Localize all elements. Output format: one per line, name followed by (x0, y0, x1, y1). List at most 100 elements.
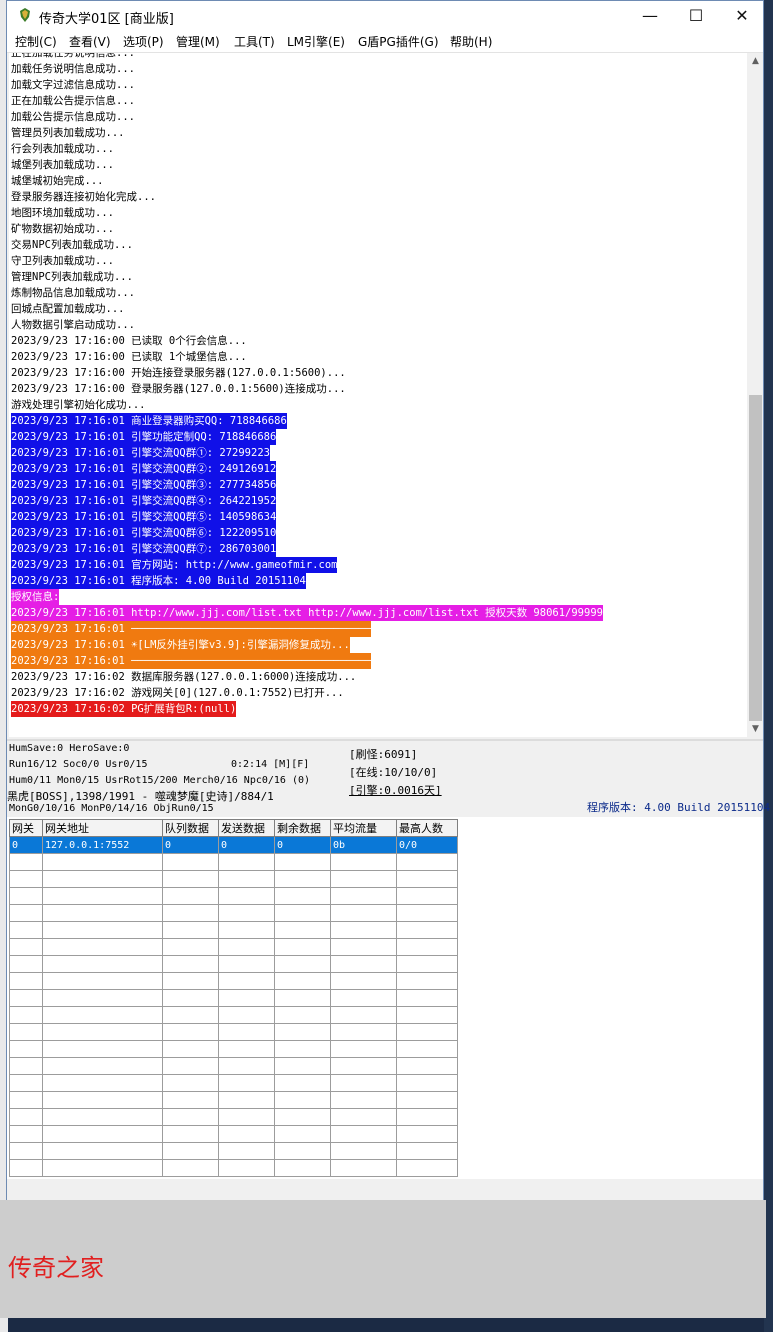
window-title: 传奇大学01区 [商业版] (39, 12, 174, 27)
table-row-empty[interactable] (9, 1108, 458, 1126)
table-cell (162, 921, 219, 939)
table-cell (218, 938, 275, 956)
table-cell (330, 1074, 397, 1092)
table-cell (274, 989, 331, 1007)
scroll-down-icon[interactable]: ▼ (748, 721, 763, 737)
scroll-thumb[interactable] (749, 395, 762, 721)
menu-view[interactable]: 查看(V) (69, 33, 111, 50)
table-cell (330, 1142, 397, 1160)
table-cell (396, 904, 458, 922)
table-row-empty[interactable] (9, 1159, 458, 1177)
table-row-empty[interactable] (9, 921, 458, 939)
log-line: 矿物数据初始成功... (11, 223, 114, 235)
table-cell (396, 1125, 458, 1143)
table-cell (218, 1125, 275, 1143)
table-cell (9, 1125, 43, 1143)
log-line: 2023/9/23 17:16:01 引擎交流QQ群④: 264221952 (11, 493, 277, 509)
table-cell (218, 1091, 275, 1109)
menu-pg-plugin[interactable]: G盾PG插件(G) (358, 33, 439, 50)
table-row[interactable]: 0 127.0.0.1:7552 0 0 0 0b 0/0 (9, 836, 458, 854)
table-row-empty[interactable] (9, 887, 458, 905)
server-log[interactable]: 正在加载任务说明信息... 加载任务说明信息成功... 加载文字过滤信息成功... 正… (9, 53, 747, 737)
table-cell (274, 1074, 331, 1092)
log-scrollbar[interactable]: ▲ ▼ (748, 53, 763, 737)
table-cell (9, 853, 43, 871)
status-panel: HumSave:0 HeroSave:0 Run16/12 Soc0/0 Usr… (7, 739, 770, 817)
menu-options[interactable]: 选项(P) (123, 33, 164, 50)
table-row-empty[interactable] (9, 989, 458, 1007)
table-cell (330, 955, 397, 973)
table-cell (42, 989, 163, 1007)
table-row-empty[interactable] (9, 870, 458, 888)
log-line: 2023/9/23 17:16:01 ─────────────────────… (11, 621, 372, 637)
menu-manage[interactable]: 管理(M) (176, 33, 220, 50)
table-cell (330, 1057, 397, 1075)
title-bar[interactable]: 传奇大学01区 [商业版] — ☐ ✕ (7, 1, 763, 31)
table-cell (42, 853, 163, 871)
menu-tools[interactable]: 工具(T) (234, 33, 275, 50)
table-cell: 0 (9, 836, 43, 854)
table-row-empty[interactable] (9, 1057, 458, 1075)
status-engine[interactable]: [引擎:0.0016天] (349, 782, 442, 798)
column-header[interactable]: 剩余数据 (274, 819, 331, 837)
table-row-empty[interactable] (9, 853, 458, 871)
table-row-empty[interactable] (9, 1091, 458, 1109)
table-row-empty[interactable] (9, 1023, 458, 1041)
table-cell (274, 1057, 331, 1075)
table-cell (42, 904, 163, 922)
table-cell (42, 1142, 163, 1160)
table-cell (330, 989, 397, 1007)
log-line: 城堡列表加载成功... (11, 159, 114, 171)
table-cell (9, 921, 43, 939)
table-row-empty[interactable] (9, 938, 458, 956)
table-cell (396, 989, 458, 1007)
column-header[interactable]: 队列数据 (162, 819, 219, 837)
table-row-empty[interactable] (9, 1142, 458, 1160)
table-cell (218, 921, 275, 939)
table-cell (9, 870, 43, 888)
log-line: 正在加载公告提示信息... (11, 95, 135, 107)
log-line: 2023/9/23 17:16:01 商业登录器购买QQ: 718846686 (11, 413, 287, 429)
table-cell (9, 887, 43, 905)
table-row-empty[interactable] (9, 904, 458, 922)
table-row-empty[interactable] (9, 972, 458, 990)
table-cell: 0 (274, 836, 331, 854)
table-row-empty[interactable] (9, 1006, 458, 1024)
column-header[interactable]: 发送数据 (218, 819, 275, 837)
menu-help[interactable]: 帮助(H) (450, 33, 492, 50)
log-line: 回城点配置加载成功... (11, 303, 125, 315)
column-header[interactable]: 平均流量 (330, 819, 397, 837)
table-cell (274, 1159, 331, 1177)
table-cell (396, 870, 458, 888)
menu-lm-engine[interactable]: LM引擎(E) (287, 33, 345, 50)
table-cell (274, 870, 331, 888)
table-cell (9, 1142, 43, 1160)
log-line: 2023/9/23 17:16:01 ☀[LM反外挂引擎v3.9]:引擎漏洞修复… (11, 637, 350, 653)
column-header[interactable]: 网关地址 (42, 819, 163, 837)
column-header[interactable]: 最高人数 (396, 819, 458, 837)
log-line: 正在加载任务说明信息... (11, 53, 135, 59)
log-line: 管理员列表加载成功... (11, 127, 125, 139)
status-counts: Hum0/11 Mon0/15 UsrRot15/200 Merch0/16 N… (9, 775, 311, 786)
gateway-table[interactable]: 网关 网关地址 队列数据 发送数据 剩余数据 平均流量 最高人数 0 127.0.… (9, 819, 458, 1177)
log-line: 2023/9/23 17:16:01 引擎交流QQ群③: 277734856 (11, 477, 277, 493)
scroll-up-icon[interactable]: ▲ (748, 53, 763, 69)
column-header[interactable]: 网关 (9, 819, 43, 837)
close-button[interactable]: ✕ (719, 1, 765, 31)
table-cell (274, 904, 331, 922)
log-line: 2023/9/23 17:16:02 游戏网关[0](127.0.0.1:755… (11, 687, 344, 699)
table-row-empty[interactable] (9, 955, 458, 973)
table-cell (42, 1057, 163, 1075)
desktop-background-right (764, 0, 773, 1332)
log-line: 2023/9/23 17:16:01 http://www.jjj.com/li… (11, 605, 603, 621)
maximize-button[interactable]: ☐ (673, 1, 719, 31)
table-row-empty[interactable] (9, 1040, 458, 1058)
menu-control[interactable]: 控制(C) (15, 33, 57, 50)
table-row-empty[interactable] (9, 1125, 458, 1143)
table-cell (42, 870, 163, 888)
table-cell (396, 921, 458, 939)
table-cell (9, 904, 43, 922)
table-row-empty[interactable] (9, 1074, 458, 1092)
minimize-button[interactable]: — (627, 1, 673, 31)
table-cell (9, 1159, 43, 1177)
